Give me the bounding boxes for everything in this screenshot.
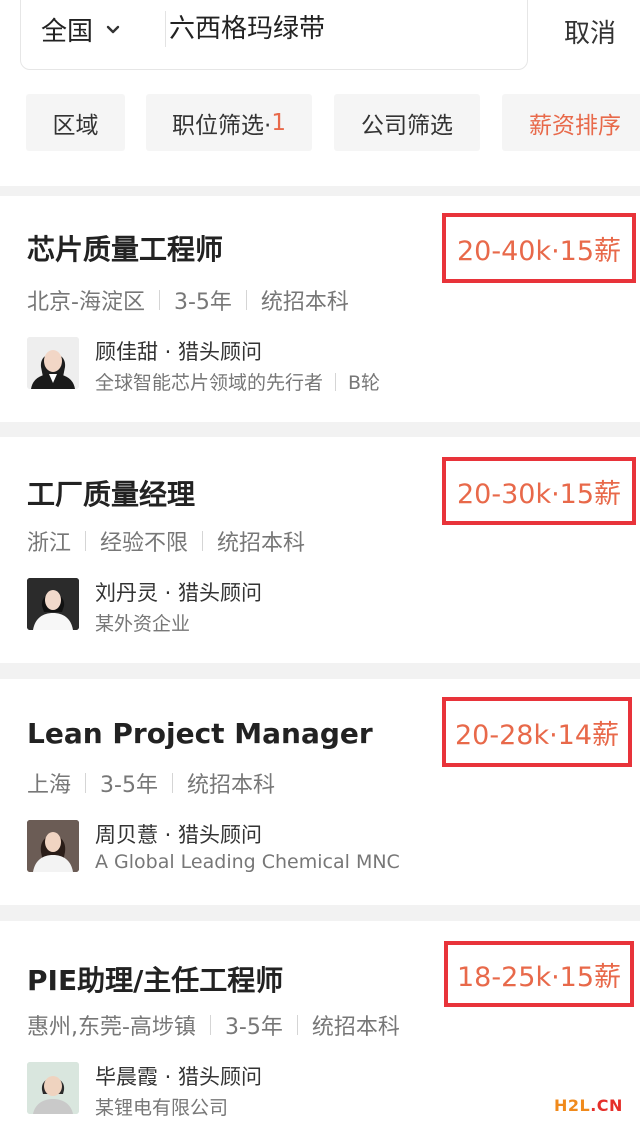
consultant-name: 毕晨霞 · 猎头顾问 [95, 1065, 263, 1089]
filter-company-label: 公司筛选 [361, 112, 453, 139]
job-experience: 3-5年 [224, 1015, 283, 1040]
search-bar[interactable]: 全国 六西格玛绿带 [20, 0, 528, 70]
avatar [27, 820, 79, 872]
salary-highlight: 18-25k·15薪 [444, 941, 634, 1007]
job-title: Lean Project Manager [27, 717, 373, 750]
salary-highlight: 20-30k·15薪 [442, 457, 636, 525]
job-title: 芯片质量工程师 [27, 233, 224, 266]
job-title: PIE助理/主任工程师 [27, 964, 284, 997]
meta-divider [296, 1015, 298, 1035]
job-experience: 3-5年 [173, 290, 232, 315]
search-divider [165, 11, 166, 47]
company-divider [335, 372, 337, 391]
meta-divider [85, 531, 87, 551]
job-card[interactable]: Lean Project Manager 20-28k·14薪 上海 3-5年 … [0, 679, 640, 905]
filter-area-button[interactable]: 区域 [26, 94, 125, 151]
region-label: 全国 [41, 16, 94, 47]
avatar [27, 337, 79, 389]
job-experience: 3-5年 [100, 773, 158, 798]
job-location: 浙江 [27, 531, 72, 556]
avatar [27, 1062, 79, 1114]
company-name: A Global Leading Chemical MNC [95, 851, 400, 873]
chevron-down-icon [105, 19, 125, 39]
filter-area-label: 区域 [52, 112, 99, 139]
job-meta: 惠州,东莞-高埗镇 3-5年 统招本科 [27, 1009, 400, 1041]
company-info: 某外资企业 [95, 609, 190, 636]
job-education: 统招本科 [311, 1015, 400, 1040]
job-meta: 上海 3-5年 统招本科 [27, 767, 275, 799]
watermark-part2: .CN [590, 1096, 623, 1115]
company-name: 全球智能芯片领域的先行者 [95, 372, 324, 394]
meta-divider [209, 1015, 211, 1035]
sort-salary-label: 薪资排序 [529, 112, 621, 139]
search-header: 全国 六西格玛绿带 取消 区域 职位筛选· 1 公司筛选 薪资排序 [0, 0, 640, 186]
salary: 18-25k·15薪 [456, 961, 622, 993]
salary: 20-28k·14薪 [454, 719, 620, 751]
salary-highlight: 20-40k·15薪 [442, 213, 636, 283]
consultant-name: 刘丹灵 · 猎头顾问 [95, 581, 263, 605]
region-selector[interactable]: 全国 [41, 9, 125, 49]
job-location: 北京-海淀区 [27, 290, 145, 315]
avatar [27, 578, 79, 630]
job-card[interactable]: 芯片质量工程师 20-40k·15薪 北京-海淀区 3-5年 统招本科 顾佳甜 … [0, 196, 640, 422]
search-input[interactable]: 六西格玛绿带 [169, 9, 325, 49]
meta-divider [158, 290, 160, 310]
consultant-name: 顾佳甜 · 猎头顾问 [95, 340, 263, 364]
salary: 20-40k·15薪 [456, 235, 622, 267]
company-info: 全球智能芯片领域的先行者 B轮 [95, 368, 380, 395]
job-education: 统招本科 [260, 290, 349, 315]
meta-divider [245, 290, 247, 310]
job-meta: 北京-海淀区 3-5年 统招本科 [27, 284, 349, 316]
job-title: 工厂质量经理 [27, 478, 196, 511]
meta-divider [171, 773, 173, 793]
salary-highlight: 20-28k·14薪 [442, 697, 632, 767]
job-location: 上海 [27, 773, 72, 798]
job-meta: 浙江 经验不限 统招本科 [27, 525, 305, 557]
cancel-button[interactable]: 取消 [564, 14, 616, 54]
watermark-part1: H2L [554, 1096, 591, 1115]
company-name: 某锂电有限公司 [95, 1097, 229, 1119]
company-name: 某外资企业 [95, 613, 191, 635]
job-card[interactable]: 工厂质量经理 20-30k·15薪 浙江 经验不限 统招本科 刘丹灵 · 猎头顾… [0, 437, 640, 663]
company-stage: B轮 [348, 372, 381, 394]
meta-divider [85, 773, 87, 793]
meta-divider [202, 531, 204, 551]
filter-position-button[interactable]: 职位筛选· 1 [146, 94, 312, 151]
company-info: A Global Leading Chemical MNC [95, 851, 400, 873]
company-info: 某锂电有限公司 [95, 1093, 228, 1120]
job-education: 统招本科 [186, 773, 275, 798]
consultant-name: 周贝薏 · 猎头顾问 [95, 823, 263, 847]
job-location: 惠州,东莞-高埗镇 [27, 1015, 196, 1040]
job-card[interactable]: PIE助理/主任工程师 18-25k·15薪 惠州,东莞-高埗镇 3-5年 统招… [0, 921, 640, 1129]
watermark-logo: H2L.CN [554, 1096, 623, 1115]
job-experience: 经验不限 [100, 531, 189, 556]
filter-position-count: 1 [271, 109, 286, 136]
salary: 20-30k·15薪 [456, 478, 622, 510]
filter-position-label: 职位筛选· [172, 112, 272, 139]
job-education: 统招本科 [217, 531, 306, 556]
sort-salary-button[interactable]: 薪资排序 [502, 94, 640, 151]
filter-company-button[interactable]: 公司筛选 [334, 94, 480, 151]
